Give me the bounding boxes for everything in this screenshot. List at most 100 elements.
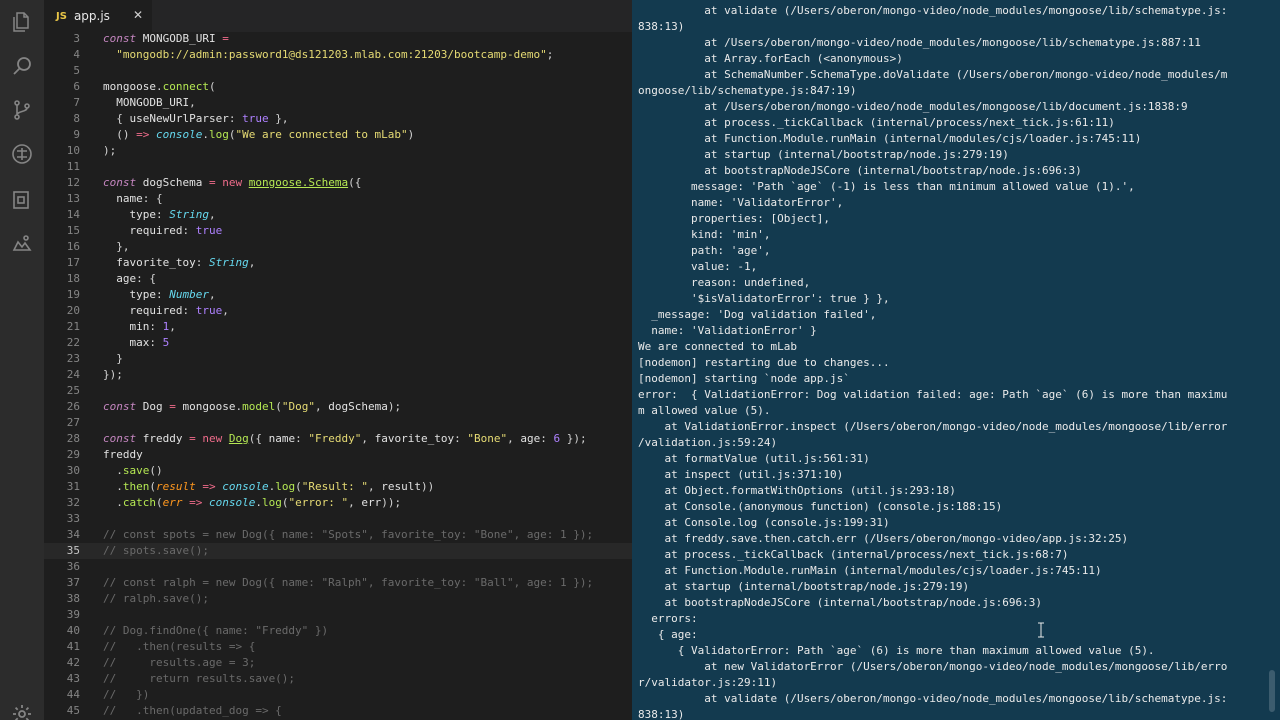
code-line[interactable]: 35 // spots.save();: [44, 543, 632, 559]
code-line[interactable]: 4 "mongodb://admin:password1@ds121203.ml…: [44, 47, 632, 63]
terminal-line: at Console.(anonymous function) (console…: [638, 500, 1003, 513]
activity-bar: [0, 0, 44, 720]
terminal-line: at startup (internal/bootstrap/node.js:2…: [638, 580, 970, 593]
code-line[interactable]: 7 MONGODB_URI,: [44, 95, 632, 111]
code-line[interactable]: 17 favorite_toy: String,: [44, 255, 632, 271]
terminal-line: [nodemon] starting `node app.js`: [638, 372, 850, 385]
extensions-icon[interactable]: [8, 186, 36, 214]
terminal-line: at process._tickCallback (internal/proce…: [638, 116, 1115, 129]
terminal-line: at validate (/Users/oberon/mongo-video/n…: [638, 4, 1228, 17]
code-line[interactable]: 21 min: 1,: [44, 319, 632, 335]
line-number: 42: [66, 656, 80, 669]
code-text: required: true: [129, 224, 223, 237]
line-number: 4: [73, 48, 80, 61]
code-line[interactable]: 11: [44, 159, 632, 175]
code-line[interactable]: 5: [44, 63, 632, 79]
code-line[interactable]: 14 type: String,: [44, 207, 632, 223]
code-line[interactable]: 13 name: {: [44, 191, 632, 207]
debug-icon[interactable]: [8, 140, 36, 168]
code-line[interactable]: 40 // Dog.findOne({ name: "Freddy" }): [44, 623, 632, 639]
code-line[interactable]: 15 required: true: [44, 223, 632, 239]
code-line[interactable]: 42 // results.age = 3;: [44, 655, 632, 671]
code-line[interactable]: 12 const dogSchema = new mongoose.Schema(…: [44, 175, 632, 191]
code-line[interactable]: 32 .catch(err => console.log("error: ", …: [44, 495, 632, 511]
terminal-line: error: { ValidationError: Dog validation…: [638, 388, 1228, 401]
code-line[interactable]: 20 required: true,: [44, 303, 632, 319]
line-number: 26: [66, 400, 80, 413]
terminal-panel[interactable]: at validate (/Users/oberon/mongo-video/n…: [632, 0, 1280, 720]
terminal-line: at formatValue (util.js:561:31): [638, 452, 870, 465]
code-area[interactable]: 3 const MONGODB_URI = 4 "mongodb://admin:p…: [44, 31, 632, 720]
source-control-icon[interactable]: [8, 96, 36, 124]
code-line[interactable]: 25: [44, 383, 632, 399]
terminal-line: 838:13): [638, 20, 685, 33]
code-editor[interactable]: JS app.js ✕ 3 const MONGODB_URI = 4 "mongo…: [44, 0, 632, 720]
line-number: 17: [66, 256, 80, 269]
code-text: max: 5: [129, 336, 170, 349]
terminal-line: value: -1,: [638, 260, 758, 273]
code-line[interactable]: 6 mongoose.connect(: [44, 79, 632, 95]
code-line[interactable]: 39: [44, 607, 632, 623]
code-line[interactable]: 8 { useNewUrlParser: true },: [44, 111, 632, 127]
terminal-line: at startup (internal/bootstrap/node.js:2…: [638, 148, 1009, 161]
line-number: 18: [66, 272, 80, 285]
settings-gear-icon[interactable]: [8, 700, 36, 720]
code-line[interactable]: 19 type: Number,: [44, 287, 632, 303]
files-icon[interactable]: [8, 8, 36, 36]
code-text: // .then(results => {: [103, 640, 256, 653]
line-number: 8: [73, 112, 80, 125]
code-line[interactable]: 41 // .then(results => {: [44, 639, 632, 655]
close-tab-icon[interactable]: ✕: [133, 8, 143, 22]
code-line[interactable]: 9 () => console.log("We are connected to…: [44, 127, 632, 143]
line-number: 36: [66, 560, 80, 573]
code-line[interactable]: 36: [44, 559, 632, 575]
code-line[interactable]: 34 // const spots = new Dog({ name: "Spot…: [44, 527, 632, 543]
line-number: 14: [66, 208, 80, 221]
code-line[interactable]: 28 const freddy = new Dog({ name: "Freddy…: [44, 431, 632, 447]
code-text: );: [103, 144, 117, 157]
code-text: .then(result => console.log("Result: ", …: [116, 480, 435, 493]
code-line[interactable]: 44 // }): [44, 687, 632, 703]
code-line[interactable]: 23 }: [44, 351, 632, 367]
terminal-line: at inspect (util.js:371:10): [638, 468, 844, 481]
terminal-line: { age:: [638, 628, 698, 641]
code-line[interactable]: 27: [44, 415, 632, 431]
code-line[interactable]: 33: [44, 511, 632, 527]
code-text: // }): [103, 688, 150, 701]
tab-app-js[interactable]: JS app.js ✕: [44, 0, 152, 32]
code-line[interactable]: 43 // return results.save();: [44, 671, 632, 687]
code-line[interactable]: 26 const Dog = mongoose.model("Dog", dogS…: [44, 399, 632, 415]
search-icon[interactable]: [8, 52, 36, 80]
terminal-line: at Function.Module.runMain (internal/mod…: [638, 564, 1102, 577]
code-line[interactable]: 31 .then(result => console.log("Result: …: [44, 479, 632, 495]
line-number: 44: [66, 688, 80, 701]
code-line[interactable]: 29 freddy: [44, 447, 632, 463]
code-line[interactable]: 24});: [44, 367, 632, 383]
terminal-line: message: 'Path `age` (-1) is less than m…: [638, 180, 1135, 193]
code-text: const freddy = new Dog({ name: "Freddy",…: [103, 432, 587, 445]
line-number: 9: [73, 128, 80, 141]
remote-icon[interactable]: [8, 230, 36, 258]
code-line[interactable]: 22 max: 5: [44, 335, 632, 351]
code-line[interactable]: 18 age: {: [44, 271, 632, 287]
code-line[interactable]: 37 // const ralph = new Dog({ name: "Ralp…: [44, 575, 632, 591]
code-text: // ralph.save();: [103, 592, 209, 605]
terminal-line: at new ValidatorError (/Users/oberon/mon…: [638, 660, 1228, 673]
terminal-line: '$isValidatorError': true } },: [638, 292, 890, 305]
code-line[interactable]: 45 // .then(updated_dog => {: [44, 703, 632, 719]
code-line[interactable]: 38 // ralph.save();: [44, 591, 632, 607]
code-text: name: {: [116, 192, 163, 205]
terminal-line: errors:: [638, 612, 698, 625]
code-line[interactable]: 3 const MONGODB_URI =: [44, 31, 632, 47]
terminal-line: at /Users/oberon/mongo-video/node_module…: [638, 36, 1201, 49]
line-number: 11: [66, 160, 80, 173]
code-line[interactable]: 16 },: [44, 239, 632, 255]
line-number: 29: [66, 448, 80, 461]
line-number: 43: [66, 672, 80, 685]
terminal-scrollbar[interactable]: [1269, 670, 1275, 712]
code-text: const Dog = mongoose.model("Dog", dogSch…: [103, 400, 402, 413]
code-line[interactable]: 10);: [44, 143, 632, 159]
code-text: // .then(updated_dog => {: [103, 704, 282, 717]
code-text: "mongodb://admin:password1@ds121203.mlab…: [116, 48, 554, 61]
code-line[interactable]: 30 .save(): [44, 463, 632, 479]
